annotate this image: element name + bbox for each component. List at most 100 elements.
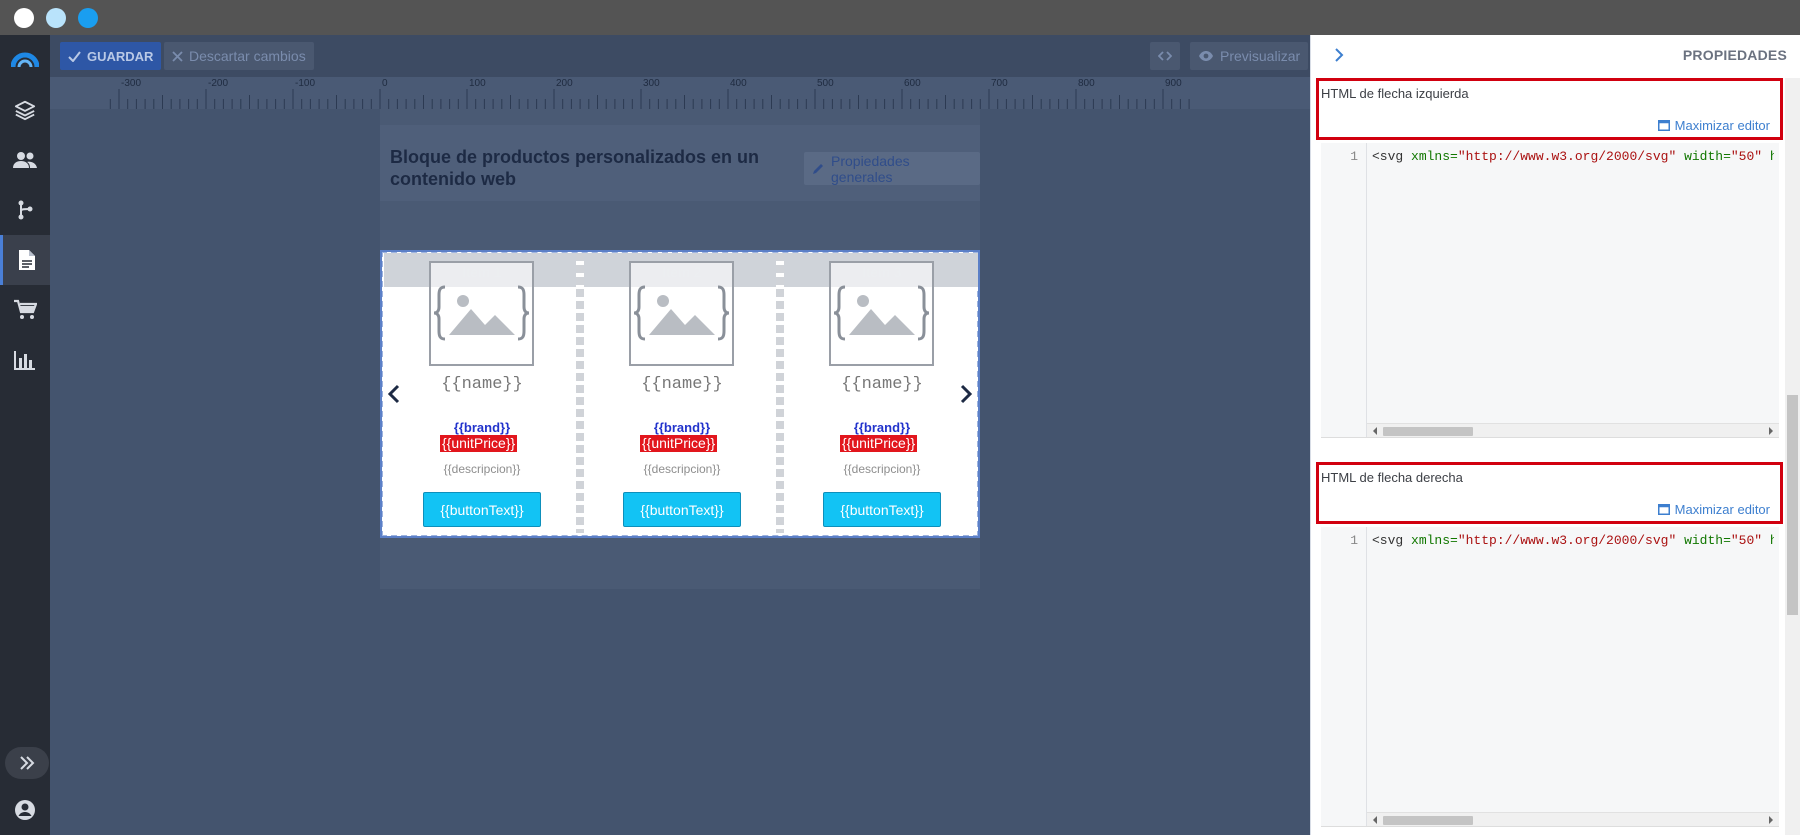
ruler-tick-label: 500 [817,78,834,89]
code-attr: he [1769,149,1774,164]
properties-panel: PROPIEDADES HTML de flecha izquierda Max… [1310,35,1800,835]
panel-vertical-scrollbar[interactable] [1785,78,1800,835]
carousel-item[interactable]: Item 1 {{name}} {{brand}} {{unitPrice}} … [384,253,580,533]
product-cta-button[interactable]: {{buttonText}} [623,492,741,527]
item-label: Item 2 [662,264,702,280]
scroll-right-icon[interactable] [1766,814,1776,826]
sidebar-item-layers[interactable] [0,85,50,135]
product-brand: {{brand}} [653,420,711,435]
carousel-item[interactable]: Item 2 {{name}} {{brand}} {{unitPrice}} … [584,253,780,533]
save-label: GUARDAR [87,48,154,64]
save-button[interactable]: GUARDAR [60,42,162,70]
scrollbar-thumb[interactable] [1787,395,1798,615]
preview-button[interactable]: Previsualizar [1190,42,1309,70]
horizontal-scrollbar[interactable] [1367,812,1779,826]
code-value: "50" [1730,533,1763,548]
ruler-tick-label: 200 [556,78,573,89]
code-attr: xmlns= [1403,533,1458,548]
product-cta-button[interactable]: {{buttonText}} [423,492,541,527]
code-value: "http://www.w3.org/2000/svg" [1457,533,1677,548]
panel-header: PROPIEDADES [1311,35,1800,75]
line-number: 1 [1350,533,1358,548]
check-icon [68,50,81,62]
line-gutter: 1 [1321,527,1367,826]
item-label: Item 3 [862,264,902,280]
maximize-editor-button[interactable]: Maximizar editor [1657,502,1770,517]
code-attr: width= [1676,149,1731,164]
item-label: Item 1 [462,264,502,280]
code-editor[interactable]: 1 <svg xmlns="http://www.w3.org/2000/svg… [1321,143,1779,438]
product-description: {{descripcion}} [843,462,921,476]
cart-icon [13,299,37,321]
sidebar-item-contacts[interactable] [0,135,50,185]
product-unit-price: {{unitPrice}} [440,435,518,452]
horizontal-scrollbar[interactable] [1367,423,1779,437]
chevron-right-icon [1331,47,1347,63]
ruler-tick-label: 400 [730,78,747,89]
sidebar-item-analytics[interactable] [0,335,50,385]
code-view-button[interactable] [1150,42,1180,70]
expand-sidebar-button[interactable] [5,747,49,779]
product-unit-price: {{unitPrice}} [840,435,918,452]
chart-icon [14,350,36,370]
minimize-window-button[interactable] [46,8,66,28]
code-line[interactable]: <svg xmlns="http://www.w3.org/2000/svg" … [1372,149,1774,164]
maximize-editor-button[interactable]: Maximizar editor [1657,118,1770,133]
code-icon [1158,50,1172,62]
discard-label: Descartar cambios [189,48,306,64]
maximize-window-button[interactable] [78,8,98,28]
code-line[interactable]: <svg xmlns="http://www.w3.org/2000/svg" … [1372,533,1774,548]
sidebar-item-flows[interactable] [0,185,50,235]
right-arrow-html-field: HTML de flecha derecha Maximizar editor [1316,462,1783,524]
product-name: {{name}} [841,375,923,394]
field-label: HTML de flecha izquierda [1321,86,1469,101]
sidebar-item-commerce[interactable] [0,285,50,335]
panel-title: PROPIEDADES [1682,47,1787,63]
code-editor[interactable]: 1 <svg xmlns="http://www.w3.org/2000/svg… [1321,527,1779,827]
scroll-left-icon[interactable] [1370,425,1380,437]
account-circle-icon [14,799,36,821]
collapse-panel-button[interactable] [1331,47,1347,63]
close-icon [172,50,183,62]
product-description: {{descripcion}} [443,462,521,476]
column-divider[interactable] [776,253,784,533]
window-icon [1657,504,1670,515]
product-brand: {{brand}} [853,420,911,435]
double-chevron-right-icon [19,756,35,770]
scrollbar-thumb[interactable] [1383,816,1473,825]
carousel-item[interactable]: Item 3 {{name}} {{brand}} {{unitPrice}} … [784,253,980,533]
carousel-next-arrow[interactable] [959,383,973,405]
document-icon [18,249,36,271]
carousel-prev-arrow[interactable] [387,383,401,405]
left-sidebar [0,35,50,835]
ruler-tick-label: 900 [1165,78,1182,89]
preview-label: Previsualizar [1220,48,1301,64]
close-window-button[interactable] [14,8,34,28]
document-header: Bloque de productos personalizados en un… [380,125,980,201]
product-name: {{name}} [641,375,723,394]
maximize-editor-label: Maximizar editor [1674,502,1770,517]
discard-changes-button[interactable]: Descartar cambios [164,42,314,70]
ruler-tick-label: 300 [643,78,660,89]
brand-logo-icon[interactable] [0,35,50,85]
ruler-tick-label: 0 [382,78,388,89]
ruler-tick-label: 700 [991,78,1008,89]
code-attr: width= [1676,533,1731,548]
users-icon [13,150,37,170]
account-button[interactable] [0,785,50,835]
sidebar-item-content[interactable] [0,235,50,285]
ruler-tick-label: -100 [295,78,315,89]
scroll-right-icon[interactable] [1766,425,1776,437]
code-tag: <svg [1372,149,1404,164]
scrollbar-thumb[interactable] [1383,427,1473,436]
scroll-left-icon[interactable] [1370,814,1380,826]
line-gutter: 1 [1321,143,1367,437]
layers-icon [14,99,36,121]
eye-icon [1198,50,1214,62]
page-title: Bloque de productos personalizados en un… [390,147,760,189]
product-unit-price: {{unitPrice}} [640,435,718,452]
ruler-tick-label: -200 [208,78,228,89]
column-divider[interactable] [576,253,584,533]
product-cta-button[interactable]: {{buttonText}} [823,492,941,527]
general-properties-button[interactable]: Propiedades generales [804,152,980,185]
